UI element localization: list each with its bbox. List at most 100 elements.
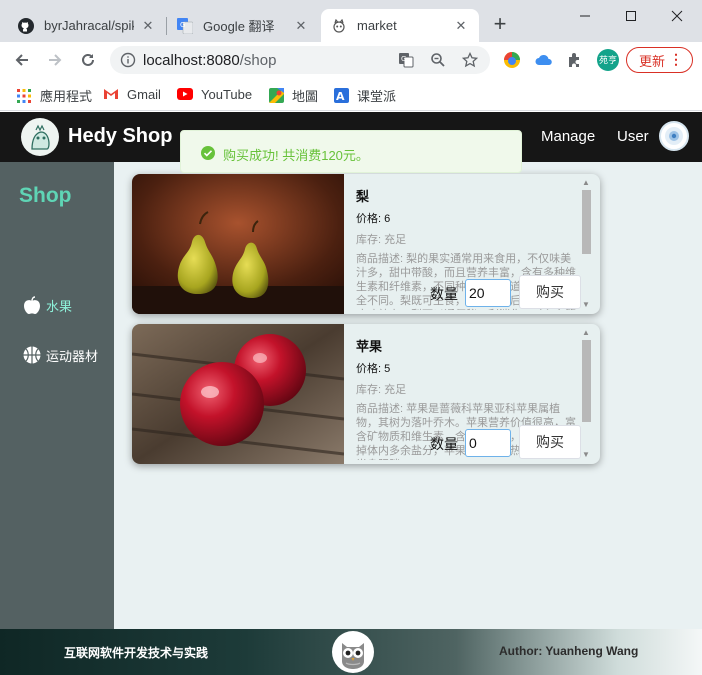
owl-logo-icon: [332, 631, 374, 673]
product-price: 价格: 6: [356, 213, 391, 225]
gmail-icon: [103, 86, 119, 102]
sidebar-item-label: 水果: [46, 298, 73, 314]
scroll-up-icon[interactable]: ▲: [582, 178, 590, 187]
apps-grid-icon: [16, 88, 32, 104]
zoom-icon[interactable]: [430, 52, 446, 68]
quantity-input[interactable]: 20: [465, 279, 511, 307]
product-card-apple: 苹果 价格: 5 库存: 充足 商品描述: 苹果是蔷薇科苹果亚科苹果属植物，其树…: [132, 324, 600, 464]
url-path: /shop: [239, 52, 277, 69]
scroll-down-icon[interactable]: ▼: [582, 450, 590, 459]
reload-icon[interactable]: [76, 48, 100, 72]
quantity-label: 数量: [430, 286, 458, 302]
svg-text:G: G: [180, 21, 185, 29]
scrollbar-thumb[interactable]: [582, 190, 591, 254]
description-scrollbar[interactable]: ▲ ▼: [580, 328, 592, 460]
bookmark-label: Gmail: [127, 86, 161, 102]
footer-author: Author: Yuanheng Wang: [499, 644, 639, 658]
nav-user[interactable]: User: [617, 128, 649, 145]
product-stock: 库存: 充足: [356, 384, 407, 396]
maximize-icon[interactable]: [608, 4, 654, 28]
url-host: localhost:8080: [143, 52, 240, 69]
buy-button[interactable]: 购买: [519, 425, 581, 459]
youtube-icon: [177, 86, 193, 102]
address-bar[interactable]: localhost:8080/shop G: [110, 46, 490, 74]
github-icon: [18, 17, 34, 34]
basketball-icon: [22, 345, 42, 365]
apple-icon: [22, 295, 42, 315]
translate-page-icon[interactable]: G: [398, 52, 414, 68]
maps-icon: [268, 88, 284, 104]
quantity-label: 数量: [430, 436, 458, 452]
site-info-icon[interactable]: [120, 52, 136, 68]
product-name: 苹果: [356, 339, 383, 354]
sidebar-item-label: 运动器材: [46, 348, 99, 364]
tab-github[interactable]: byrJahracal/spik ✕: [8, 9, 166, 42]
scroll-up-icon[interactable]: ▲: [582, 328, 590, 337]
hedy-logo[interactable]: [21, 118, 59, 156]
bookmark-youtube[interactable]: YouTube: [177, 86, 252, 102]
bookmark-label: 地圖: [292, 89, 319, 104]
description-scrollbar[interactable]: ▲ ▼: [580, 178, 592, 310]
close-window-icon[interactable]: [654, 4, 700, 28]
pear-photo: [132, 174, 344, 314]
sidebar-item-fruit[interactable]: 水果: [22, 295, 72, 315]
site-brand[interactable]: Hedy Shop: [68, 125, 172, 148]
sidebar-title: Shop: [19, 184, 72, 207]
market-favicon: [331, 18, 347, 34]
extension-cloud-icon[interactable]: [534, 50, 554, 70]
scroll-down-icon[interactable]: ▼: [582, 300, 590, 309]
new-tab-button[interactable]: +: [489, 13, 511, 36]
extensions-puzzle-icon[interactable]: [565, 50, 585, 70]
svg-text:G: G: [401, 55, 406, 63]
toast-message: 购买成功! 共消费120元。: [223, 148, 369, 163]
success-toast: 购买成功! 共消费120元。: [180, 130, 522, 173]
scrollbar-thumb[interactable]: [582, 340, 591, 422]
footer-course-title: 互联网软件开发技术与实践: [64, 646, 209, 660]
tab-title: market: [357, 18, 397, 33]
sidebar: Shop 水果 运动器材: [0, 162, 114, 629]
bookmarks-bar: 應用程式 Gmail YouTube 地圖 A 课堂派: [0, 78, 702, 111]
close-tab-icon[interactable]: ✕: [453, 18, 469, 34]
google-translate-icon: G: [177, 17, 193, 34]
product-card-pear: 梨 价格: 6 库存: 充足 商品描述: 梨的果实通常用来食用，不仅味美汁多，甜…: [132, 174, 600, 314]
back-arrow-icon[interactable]: [10, 48, 34, 72]
success-check-icon: [201, 146, 215, 160]
product-price: 价格: 5: [356, 363, 391, 375]
tab-title: byrJahracal/spik: [44, 18, 134, 33]
bookmark-star-icon[interactable]: [462, 52, 478, 68]
update-browser-button[interactable]: 更新 ⋮: [626, 47, 693, 73]
ketangpai-icon: A: [333, 88, 349, 104]
bookmark-maps[interactable]: 地圖: [268, 86, 318, 105]
buy-button[interactable]: 购买: [519, 275, 581, 309]
url-text: localhost:8080/shop: [143, 52, 276, 69]
bookmark-label: 應用程式: [40, 89, 93, 104]
bookmark-gmail[interactable]: Gmail: [103, 86, 161, 102]
minimize-icon[interactable]: [562, 4, 608, 28]
site-footer: 互联网软件开发技术与实践 Author: Yuanheng Wang: [0, 629, 702, 675]
update-label: 更新: [639, 53, 666, 69]
forward-arrow-icon[interactable]: [43, 48, 67, 72]
extension-colorful-icon[interactable]: [502, 50, 522, 70]
product-stock: 库存: 充足: [356, 234, 407, 246]
close-tab-icon[interactable]: ✕: [140, 18, 156, 34]
tab-strip: byrJahracal/spik ✕ G Google 翻译 ✕ market …: [0, 0, 702, 42]
bookmark-label: YouTube: [201, 86, 253, 102]
bookmark-apps[interactable]: 應用程式: [16, 86, 92, 105]
product-name: 梨: [356, 189, 370, 204]
tab-google-translate[interactable]: G Google 翻译 ✕: [167, 9, 319, 42]
quantity-input[interactable]: 0: [465, 429, 511, 457]
user-avatar[interactable]: [659, 121, 689, 151]
more-menu-icon: ⋮: [669, 51, 683, 67]
apple-photo: [132, 324, 345, 464]
close-tab-icon[interactable]: ✕: [293, 18, 309, 34]
bookmark-label: 课堂派: [357, 89, 397, 104]
browser-toolbar: localhost:8080/shop G 苑亨 更新 ⋮: [0, 42, 702, 78]
sidebar-item-sports[interactable]: 运动器材: [22, 345, 98, 365]
nav-manage[interactable]: Manage: [541, 128, 595, 145]
profile-avatar[interactable]: 苑亨: [597, 49, 619, 71]
tab-market[interactable]: market ✕: [321, 9, 479, 42]
svg-text:A: A: [336, 90, 345, 103]
tab-title: Google 翻译: [203, 19, 275, 34]
page-viewport: Hedy Shop Manage User Shop 水果 运动器材 梨 价格:…: [0, 112, 702, 675]
bookmark-ketangpai[interactable]: A 课堂派: [333, 86, 396, 105]
